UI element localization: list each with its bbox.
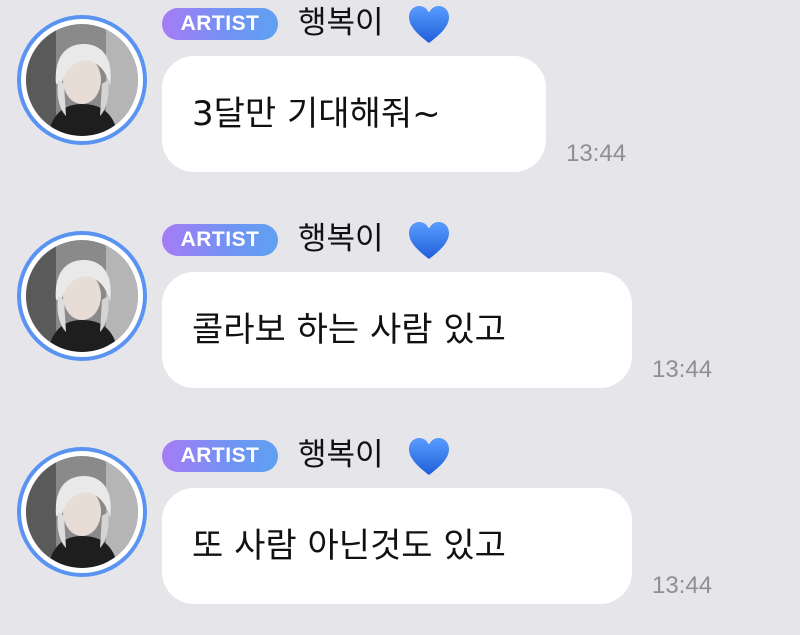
message-bubble[interactable]: 콜라보 하는 사람 있고 — [162, 272, 632, 388]
avatar[interactable] — [17, 231, 147, 361]
sender-name: 행복이 — [298, 437, 384, 473]
artist-badge: ARTIST — [162, 8, 278, 40]
chat-message-list: ARTIST 행복이 3달만 기대해줘~ 13:44 ARTIST 행복이 콜라… — [0, 0, 800, 635]
message-timestamp: 13:44 — [652, 572, 713, 599]
artist-badge: ARTIST — [162, 440, 278, 472]
avatar[interactable] — [17, 447, 147, 577]
message-text: 3달만 기대해줘~ — [192, 94, 441, 134]
message-text: 콜라보 하는 사람 있고 — [192, 310, 506, 350]
avatar-photo — [26, 456, 138, 568]
blue-heart-icon — [409, 438, 449, 475]
message-bubble[interactable]: 또 사람 아닌것도 있고 — [162, 488, 632, 604]
message-bubble[interactable]: 3달만 기대해줘~ — [162, 56, 546, 172]
message-timestamp: 13:44 — [652, 356, 713, 383]
chat-message: ARTIST 행복이 콜라보 하는 사람 있고 13:44 — [0, 216, 800, 416]
message-timestamp: 13:44 — [566, 140, 627, 167]
blue-heart-icon — [409, 6, 449, 43]
chat-message: ARTIST 행복이 또 사람 아닌것도 있고 13:44 — [0, 432, 800, 632]
avatar[interactable] — [17, 15, 147, 145]
artist-badge: ARTIST — [162, 224, 278, 256]
blue-heart-icon — [409, 222, 449, 259]
message-text: 또 사람 아닌것도 있고 — [192, 526, 506, 566]
sender-name: 행복이 — [298, 221, 384, 257]
sender-name: 행복이 — [298, 5, 384, 41]
avatar-photo — [26, 24, 138, 136]
chat-message: ARTIST 행복이 3달만 기대해줘~ 13:44 — [0, 0, 800, 200]
avatar-photo — [26, 240, 138, 352]
